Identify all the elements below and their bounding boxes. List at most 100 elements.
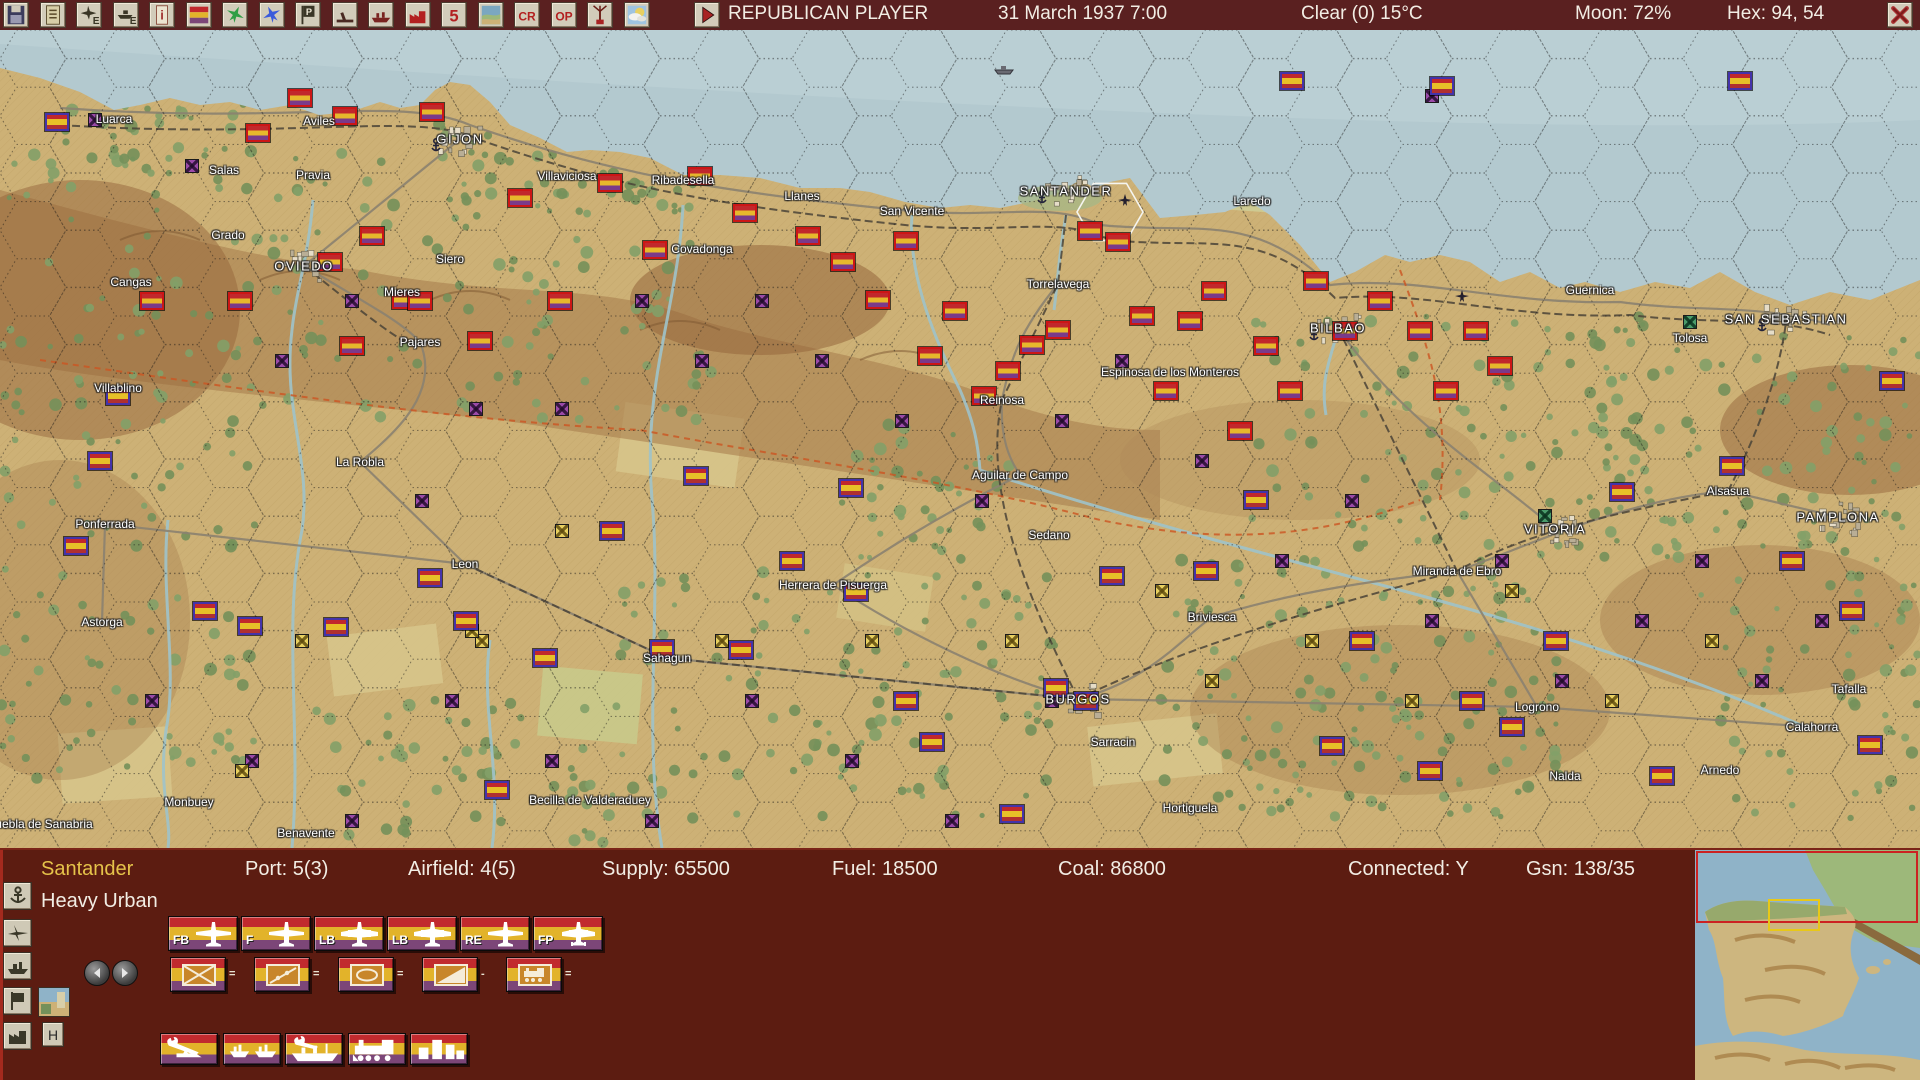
republican-unit-flag[interactable] [1368, 292, 1392, 310]
nationalist-unit-flag[interactable] [1100, 567, 1124, 585]
nationalist-unit-flag[interactable] [238, 617, 262, 635]
nationalist-unit-flag[interactable] [1880, 372, 1904, 390]
orders-button[interactable] [40, 2, 66, 28]
depot-marker[interactable] [815, 354, 829, 368]
air-group-e-button[interactable]: E [76, 2, 102, 28]
info-button[interactable]: i [149, 2, 175, 28]
republican-unit-flag[interactable] [1046, 321, 1070, 339]
nationalist-unit-flag[interactable] [1460, 692, 1484, 710]
air-group-counter[interactable]: LB [314, 916, 384, 951]
blue-plane-button[interactable] [259, 2, 285, 28]
republican-unit-flag[interactable] [918, 347, 942, 365]
nationalist-unit-flag[interactable] [1000, 805, 1024, 823]
republican-unit-flag[interactable] [1078, 222, 1102, 240]
republican-unit-flag[interactable] [508, 189, 532, 207]
ground-unit-counter[interactable] [338, 957, 394, 992]
republican-unit-flag[interactable] [1408, 322, 1432, 340]
green-plane-button[interactable] [222, 2, 248, 28]
ground-unit-counter[interactable] [506, 957, 562, 992]
nationalist-unit-flag[interactable] [64, 537, 88, 555]
nationalist-unit-flag[interactable] [1728, 72, 1752, 90]
nationalist-unit-flag[interactable] [1840, 602, 1864, 620]
depot-marker[interactable] [755, 294, 769, 308]
depot-marker[interactable] [745, 694, 759, 708]
nationalist-unit-flag[interactable] [1418, 762, 1442, 780]
republican-unit-flag[interactable] [420, 103, 444, 121]
republican-unit-flag[interactable] [1020, 336, 1044, 354]
close-button[interactable] [1887, 2, 1913, 28]
supply-marker[interactable] [1005, 634, 1019, 648]
depot-marker[interactable] [185, 159, 199, 173]
coastal-gun-button[interactable] [332, 2, 358, 28]
republican-unit-flag[interactable] [598, 174, 622, 192]
depot-marker[interactable] [975, 494, 989, 508]
republican-unit-flag[interactable] [1130, 307, 1154, 325]
depot-marker[interactable] [415, 494, 429, 508]
next-unit-button[interactable] [112, 960, 138, 986]
depot-marker[interactable] [1635, 614, 1649, 628]
p-flag-button[interactable]: P [295, 2, 321, 28]
depot-marker[interactable] [1425, 614, 1439, 628]
republican-unit-flag[interactable] [1228, 422, 1252, 440]
republican-unit-flag[interactable] [1278, 382, 1302, 400]
map-thumbnail-button[interactable] [38, 987, 70, 1017]
republican-unit-flag[interactable] [831, 253, 855, 271]
depot-marker[interactable] [1695, 554, 1709, 568]
panel-airplane-button[interactable] [3, 919, 32, 947]
depot-marker[interactable] [555, 402, 569, 416]
republican-unit-flag[interactable] [140, 292, 164, 310]
locomotive-counter[interactable] [348, 1033, 406, 1065]
depot-marker[interactable] [635, 294, 649, 308]
supply-marker[interactable] [1405, 694, 1419, 708]
five-button[interactable]: 5 [441, 2, 467, 28]
nationalist-unit-flag[interactable] [1500, 718, 1524, 736]
republican-unit-flag[interactable] [333, 107, 357, 125]
air-group-counter[interactable]: FB [168, 916, 238, 951]
nationalist-unit-flag[interactable] [1244, 491, 1268, 509]
signal-button[interactable] [587, 2, 613, 28]
republican-unit-flag[interactable] [1488, 357, 1512, 375]
map-mode-button[interactable] [478, 2, 504, 28]
depot-marker[interactable] [469, 402, 483, 416]
air-repair-counter[interactable] [160, 1033, 218, 1065]
nationalist-unit-flag[interactable] [780, 552, 804, 570]
republican-unit-flag[interactable] [1106, 233, 1130, 251]
depot-marker[interactable] [1275, 554, 1289, 568]
republican-unit-flag[interactable] [288, 89, 312, 107]
supply-marker[interactable] [1505, 584, 1519, 598]
republican-unit-flag[interactable] [1464, 322, 1488, 340]
naval-group-e-button[interactable]: E [113, 2, 139, 28]
resource-marker[interactable] [1683, 315, 1697, 329]
depot-marker[interactable] [945, 814, 959, 828]
prev-unit-button[interactable] [84, 960, 110, 986]
republican-unit-flag[interactable] [340, 337, 364, 355]
depot-marker[interactable] [1815, 614, 1829, 628]
nationalist-unit-flag[interactable] [88, 452, 112, 470]
nationalist-unit-flag[interactable] [1720, 457, 1744, 475]
nationalist-unit-flag[interactable] [1280, 72, 1304, 90]
nationalist-unit-flag[interactable] [600, 522, 624, 540]
depot-marker[interactable] [345, 814, 359, 828]
supply-marker[interactable] [1155, 584, 1169, 598]
nationalist-unit-flag[interactable] [418, 569, 442, 587]
republican-unit-flag[interactable] [228, 292, 252, 310]
supply-marker[interactable] [865, 634, 879, 648]
depot-marker[interactable] [1055, 414, 1069, 428]
depot-marker[interactable] [895, 414, 909, 428]
warship-button[interactable] [368, 2, 394, 28]
nationalist-unit-flag[interactable] [1544, 632, 1568, 650]
depot-marker[interactable] [845, 754, 859, 768]
supply-marker[interactable] [1205, 674, 1219, 688]
nationalist-unit-flag[interactable] [1858, 736, 1882, 754]
supply-marker[interactable] [1605, 694, 1619, 708]
republican-unit-flag[interactable] [996, 362, 1020, 380]
air-group-counter[interactable]: LB [387, 916, 457, 951]
nationalist-unit-flag[interactable] [1320, 737, 1344, 755]
republican-unit-flag[interactable] [866, 291, 890, 309]
nationalist-unit-flag[interactable] [193, 602, 217, 620]
nationalist-unit-flag[interactable] [533, 649, 557, 667]
republican-flag-button[interactable] [186, 2, 212, 28]
republican-unit-flag[interactable] [548, 292, 572, 310]
republican-unit-flag[interactable] [894, 232, 918, 250]
air-group-counter[interactable]: RE [460, 916, 530, 951]
